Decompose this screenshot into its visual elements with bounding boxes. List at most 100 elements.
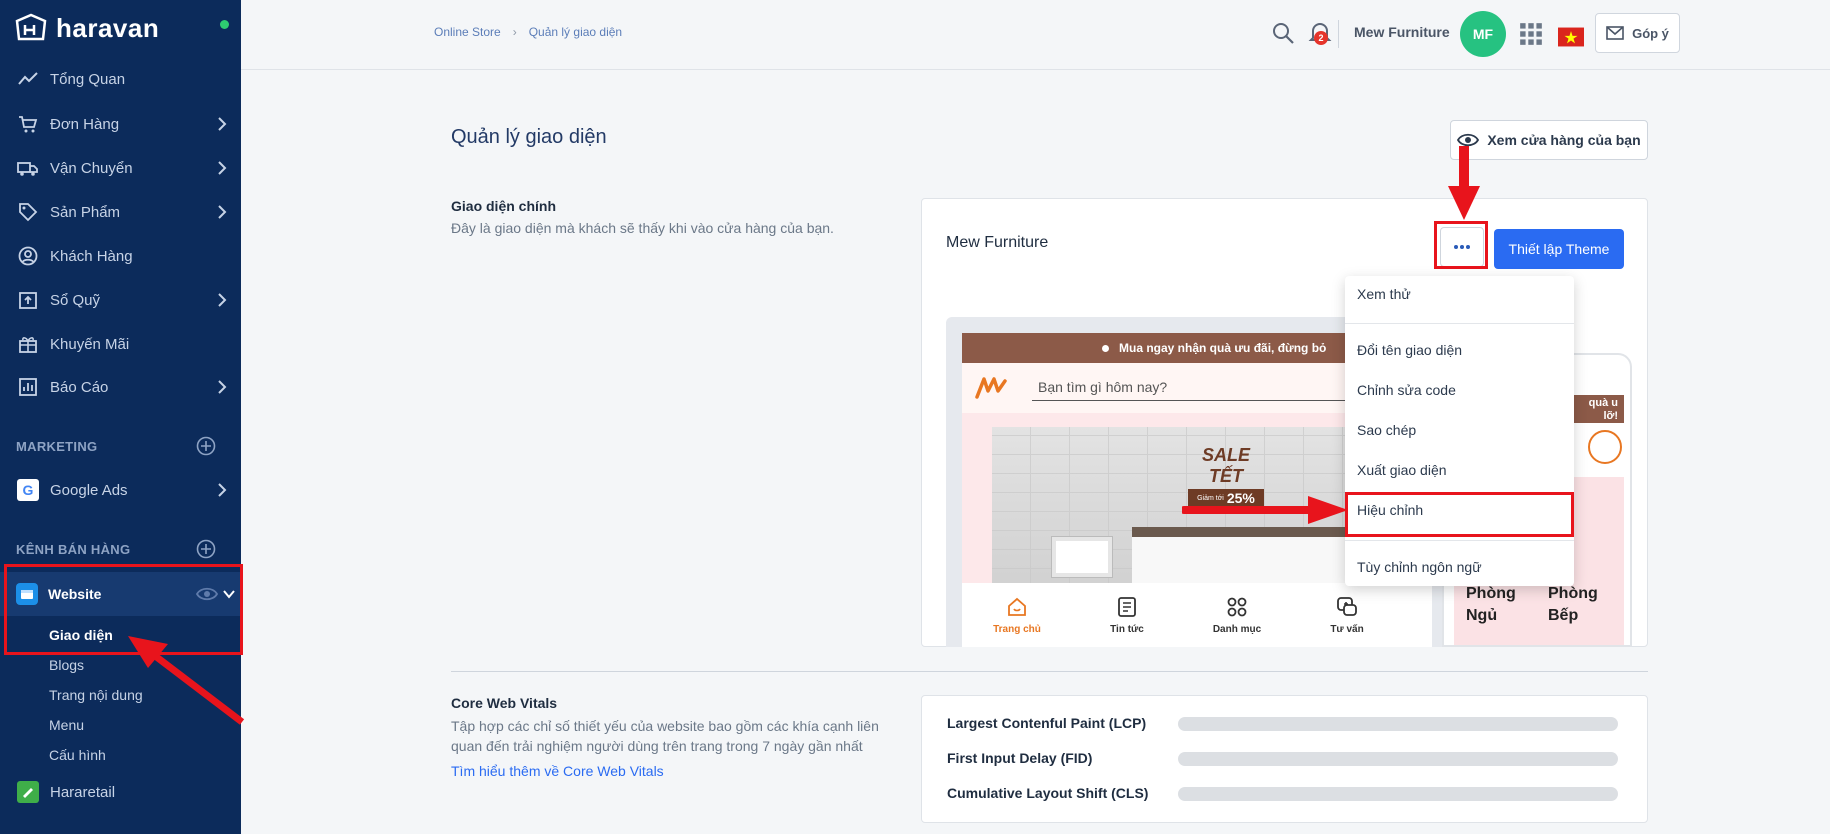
home-icon (1008, 597, 1026, 616)
sidebar-item-label: Báo Cáo (50, 378, 109, 396)
setup-theme-button[interactable]: Thiết lập Theme (1494, 229, 1624, 269)
breadcrumb-online-store[interactable]: Online Store (434, 25, 501, 39)
breadcrumb-current[interactable]: Quản lý giao diện (529, 25, 622, 39)
picture-frame (1052, 537, 1112, 577)
preview-tab-label: Trang chủ (993, 623, 1041, 635)
sale-tag: SALE TẾT Giảm tới 25% (1184, 445, 1268, 507)
sidebar-subitem-blogs[interactable]: Blogs (49, 657, 84, 673)
mail-icon (1606, 26, 1624, 40)
user-icon (1588, 430, 1622, 464)
metric-lcp-bar (1178, 717, 1618, 731)
metric-lcp-label: Largest Contenful Paint (LCP) (947, 715, 1147, 731)
sidebar-item-label: Hararetail (50, 783, 116, 801)
sidebar-item-customers[interactable]: Khách Hàng (0, 236, 241, 276)
theme-section-description: Đây là giao diện mà khách sẽ thấy khi và… (451, 220, 834, 236)
chevron-right-icon (218, 117, 227, 131)
page-title: Quản lý giao diện (451, 126, 607, 148)
breadcrumb: Online Store › Quản lý giao diện (434, 25, 622, 39)
feedback-button[interactable]: Góp ý (1595, 13, 1680, 53)
sidebar-item-orders[interactable]: Đơn Hàng (0, 104, 241, 144)
avatar[interactable]: MF (1460, 11, 1506, 57)
view-store-label: Xem cửa hàng của bạn (1487, 132, 1641, 148)
cwv-description: Tập hợp các chỉ số thiết yếu của website… (451, 718, 879, 754)
svg-text:G: G (23, 482, 34, 498)
annotation-arrow (128, 636, 245, 725)
chevron-right-icon (218, 161, 227, 175)
annotation-arrow (1182, 496, 1348, 524)
categories-icon (1227, 597, 1247, 616)
mew-logo-icon (975, 377, 1007, 399)
sidebar-item-label: Tổng Quan (50, 70, 126, 88)
sidebar-item-hararetail[interactable]: Hararetail (0, 772, 241, 812)
user-circle-icon (16, 244, 40, 268)
menu-item-rename[interactable]: Đổi tên giao diện (1357, 342, 1462, 358)
add-circle-icon[interactable] (196, 539, 216, 559)
menu-item-export[interactable]: Xuất giao diện (1357, 462, 1447, 478)
cart-icon (16, 112, 40, 136)
brand[interactable]: haravan (0, 0, 241, 56)
cwv-title: Core Web Vitals (451, 695, 558, 711)
topbar: Online Store › Quản lý giao diện 2 Mew F… (241, 0, 1830, 70)
mobile-category-kitchen: Phòng Bếp (1548, 585, 1598, 624)
mobile-category-bedroom: Phòng Ngủ (1466, 585, 1516, 624)
preview-tab-label: Danh mục (1212, 623, 1262, 635)
menu-item-edit-code[interactable]: Chỉnh sửa code (1357, 382, 1456, 398)
menu-item-language[interactable]: Tùy chỉnh ngôn ngữ (1357, 559, 1482, 575)
chevron-right-icon (218, 205, 227, 219)
sidebar-item-label: Sổ Quỹ (50, 291, 101, 309)
notification-badge: 2 (1314, 31, 1328, 45)
chevron-right-icon (218, 293, 227, 307)
sidebar-item-label: Google Ads (50, 481, 128, 499)
section-title-marketing: MARKETING (16, 439, 98, 454)
bullet-dot (1102, 344, 1109, 352)
search-icon[interactable] (1270, 20, 1296, 46)
menu-divider (1345, 323, 1574, 324)
annotation-arrow (1448, 146, 1480, 220)
preview-tab-categories: Danh mục (1182, 583, 1292, 647)
preview-tab-label: Tin tức (1110, 623, 1144, 635)
sidebar-item-overview[interactable]: Tổng Quan (0, 59, 241, 99)
sale-title: SALE TẾT (1201, 445, 1250, 486)
theme-name: Mew Furniture (946, 234, 1049, 251)
sidebar-item-label: Khuyến Mãi (50, 335, 130, 353)
sidebar-subitem-menu[interactable]: Menu (49, 717, 84, 733)
cwv-learn-more-link[interactable]: Tìm hiểu thêm về Core Web Vitals (451, 763, 664, 779)
annotation-highlight-box (1345, 492, 1574, 537)
sidebar-item-reports[interactable]: Báo Cáo (0, 367, 241, 407)
vietnam-flag-icon[interactable] (1558, 24, 1584, 50)
preview-bottom-nav: Trang chủ Tin tức Danh mục Tư vấn (962, 583, 1432, 647)
theme-section-title: Giao diện chính (451, 198, 557, 214)
topbar-divider (1338, 20, 1339, 48)
brand-name: haravan (56, 12, 160, 43)
hararetail-icon (16, 780, 40, 804)
section-title-sales-channel: KÊNH BÁN HÀNG (16, 542, 131, 557)
sidebar-item-label: Sản Phẩm (50, 203, 121, 221)
sidebar-item-google-ads[interactable]: G Google Ads (0, 470, 241, 510)
metric-cls-bar (1178, 787, 1618, 801)
sidebar-item-shipping[interactable]: Vận Chuyển (0, 148, 241, 188)
chevron-right-icon (218, 380, 227, 394)
sidebar-subitem-settings[interactable]: Cấu hình (49, 747, 106, 763)
bed-image (1132, 527, 1372, 587)
preview-tab-support: Tư vấn (1292, 583, 1402, 647)
store-name[interactable]: Mew Furniture (1354, 24, 1450, 40)
news-icon (1118, 596, 1136, 617)
chat-icon (1337, 596, 1357, 616)
preview-promo-text: Mua ngay nhận quà ưu đãi, đừng bỏ (1119, 341, 1327, 355)
chart-line-icon (16, 67, 40, 91)
sidebar-item-products[interactable]: Sản Phẩm (0, 192, 241, 232)
tag-icon (16, 200, 40, 224)
apps-grid-icon[interactable] (1518, 21, 1544, 47)
menu-item-preview[interactable]: Xem thử (1357, 286, 1411, 302)
breadcrumb-separator: › (512, 25, 517, 39)
section-divider (451, 671, 1648, 672)
add-circle-icon[interactable] (196, 436, 216, 456)
sidebar-item-cashbook[interactable]: Sổ Quỹ (0, 280, 241, 320)
sidebar-item-promotions[interactable]: Khuyến Mãi (0, 324, 241, 364)
report-icon (16, 375, 40, 399)
menu-item-duplicate[interactable]: Sao chép (1357, 422, 1416, 438)
haravan-logo-icon (12, 13, 50, 43)
preview-tab-news: Tin tức (1072, 583, 1182, 647)
google-icon: G (16, 478, 40, 502)
metric-cls-label: Cumulative Layout Shift (CLS) (947, 785, 1149, 801)
